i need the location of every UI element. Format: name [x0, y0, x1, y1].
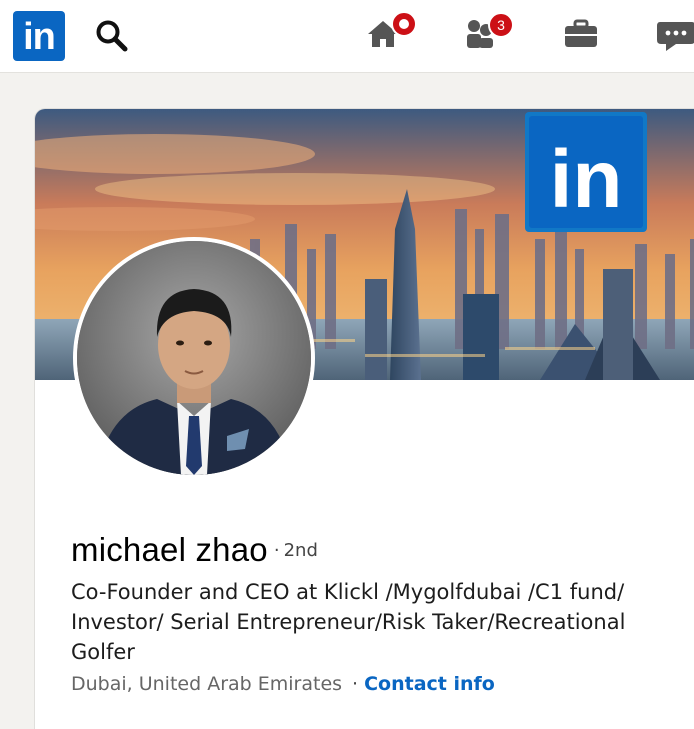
- linkedin-logo[interactable]: in: [13, 11, 65, 61]
- profile-photo[interactable]: [73, 237, 315, 479]
- location-separator: ·: [352, 673, 359, 695]
- search-icon[interactable]: [94, 18, 130, 54]
- jobs-icon[interactable]: [563, 18, 599, 50]
- profile-name-row: michael zhao · 2nd: [71, 531, 318, 569]
- profile-card: in michael zhao · 2nd Co-Founder and CEO…: [35, 109, 694, 729]
- network-notification-badge: 3: [488, 12, 514, 38]
- messaging-icon[interactable]: [656, 18, 694, 54]
- connection-degree: 2nd: [283, 540, 318, 561]
- home-notification-dot: [391, 11, 417, 37]
- profile-location: Dubai, United Arab Emirates: [71, 673, 343, 695]
- profile-location-row: Dubai, United Arab Emirates · Contact info: [71, 673, 495, 695]
- profile-headline: Co-Founder and CEO at Klickl /Mygolfduba…: [71, 580, 626, 664]
- banner-linkedin-logo: in: [550, 134, 623, 225]
- contact-info-link[interactable]: Contact info: [364, 673, 495, 695]
- degree-separator: ·: [273, 540, 280, 561]
- top-navigation-bar: in 3: [0, 0, 694, 73]
- profile-name: michael zhao: [71, 531, 268, 568]
